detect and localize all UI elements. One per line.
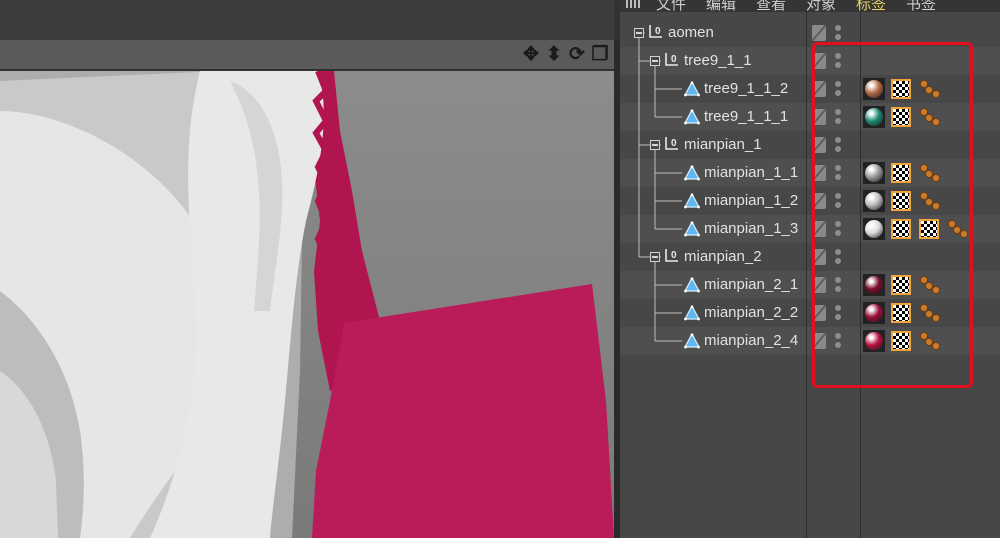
3d-viewport[interactable] (0, 71, 614, 538)
layer-toggle[interactable] (812, 25, 826, 41)
object-name[interactable]: mianpian_2 (684, 248, 762, 265)
magenta-block (312, 284, 614, 538)
null-object-icon: 0 (664, 52, 680, 68)
visibility-dots[interactable] (834, 25, 842, 41)
object-name[interactable]: mianpian_1_3 (704, 220, 798, 237)
object-name[interactable]: tree9_1_1 (684, 52, 752, 69)
menu-edit[interactable]: 编辑 (706, 0, 736, 12)
viewport-header: ✥ ⬍ ⟳ ❐ (0, 40, 614, 70)
polygon-object-icon (684, 333, 700, 349)
collapse-toggle[interactable] (634, 28, 644, 38)
polygon-object-icon (684, 165, 700, 181)
object-name[interactable]: mianpian_2_1 (704, 276, 798, 293)
svg-text:0: 0 (671, 250, 677, 261)
maximize-view-icon[interactable]: ❐ (590, 43, 610, 67)
viewport-scene (0, 71, 614, 538)
null-object-icon: 0 (664, 248, 680, 264)
polygon-object-icon (684, 193, 700, 209)
object-name[interactable]: aomen (668, 24, 714, 41)
object-name[interactable]: tree9_1_1_2 (704, 80, 788, 97)
object-name[interactable]: mianpian_2_2 (704, 304, 798, 321)
svg-text:0: 0 (671, 54, 677, 65)
collapse-toggle[interactable] (650, 56, 660, 66)
menu-tags[interactable]: 标签 (856, 0, 886, 12)
menu-file[interactable]: 文件 (656, 0, 686, 12)
object-name[interactable]: tree9_1_1_1 (704, 108, 788, 125)
menu-view[interactable]: 查看 (756, 0, 786, 12)
grip-icon[interactable] (626, 0, 642, 8)
polygon-object-icon (684, 221, 700, 237)
object-name[interactable]: mianpian_2_4 (704, 332, 798, 349)
object-name[interactable]: mianpian_1_1 (704, 164, 798, 181)
svg-text:0: 0 (671, 138, 677, 149)
polygon-object-icon (684, 305, 700, 321)
zoom-view-icon[interactable]: ⬍ (544, 43, 564, 67)
red-annotation-box (812, 42, 973, 388)
collapse-toggle[interactable] (650, 140, 660, 150)
viewport-nav-icons: ✥ ⬍ ⟳ ❐ (521, 43, 610, 67)
polygon-object-icon (684, 81, 700, 97)
polygon-object-icon (684, 109, 700, 125)
viewport-top-bar (0, 0, 614, 40)
object-name[interactable]: mianpian_1 (684, 136, 762, 153)
null-object-icon: 0 (648, 24, 664, 40)
column-separator (806, 12, 807, 538)
object-manager-menubar: 文件 编辑 查看 对象 标签 书签 (620, 0, 1000, 12)
menu-bookmarks[interactable]: 书签 (906, 0, 936, 12)
null-object-icon: 0 (664, 136, 680, 152)
move-view-icon[interactable]: ✥ (521, 43, 541, 67)
object-name[interactable]: mianpian_1_2 (704, 192, 798, 209)
rotate-view-icon[interactable]: ⟳ (567, 43, 587, 67)
svg-text:0: 0 (655, 26, 661, 37)
collapse-toggle[interactable] (650, 252, 660, 262)
menu-object[interactable]: 对象 (806, 0, 836, 12)
polygon-object-icon (684, 277, 700, 293)
